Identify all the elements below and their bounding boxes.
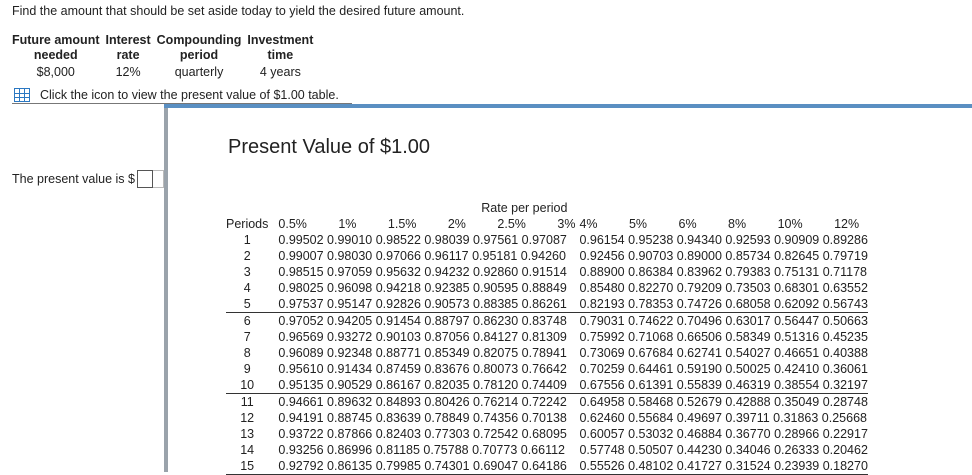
pv-table-link-text[interactable]: Click the icon to view the present value… xyxy=(40,88,339,102)
pv-table-link[interactable]: Click the icon to view the present value… xyxy=(14,88,339,102)
table-row: 8 0.96089 0.92348 0.88771 0.85349 0.82075… xyxy=(226,345,868,361)
upper-rate-values: 0.62460 0.55684 0.49697 0.39711 0.31863 … xyxy=(579,411,867,425)
lower-rate-values: 0.97537 0.95147 0.92826 0.90573 0.88385 … xyxy=(278,296,576,313)
lower-rate-values: 0.96569 0.93272 0.90103 0.87056 0.84127 … xyxy=(278,330,567,344)
upper-rate-values: 0.73069 0.67684 0.62741 0.54027 0.46651 … xyxy=(579,346,868,360)
lower-rate-values: 0.94191 0.88745 0.83639 0.78849 0.74356 … xyxy=(278,411,567,425)
period-cell: 1 xyxy=(243,233,251,247)
value-future-amount: $8,000 xyxy=(36,65,75,79)
pv-table-modal: Present Value of $1.00 Rate per period P… xyxy=(164,104,972,475)
value-compounding-period: quarterly xyxy=(174,65,224,79)
period-cell: 9 xyxy=(243,362,251,376)
rates-lower-header: 0.5% 1% 1.5% 2% 2.5% 3% xyxy=(278,217,576,231)
period-cell: 10 xyxy=(226,377,279,394)
question-text: Find the amount that should be set aside… xyxy=(12,4,465,18)
period-cell: 8 xyxy=(243,346,251,360)
header-interest-rate: Interest rate xyxy=(105,33,151,62)
upper-rate-values: 0.82193 0.78353 0.74726 0.68058 0.62092 … xyxy=(575,296,868,313)
upper-rate-values: 0.60057 0.53032 0.46884 0.36770 0.28966 … xyxy=(579,427,868,441)
header-investment-time: Investment time xyxy=(247,33,314,62)
header-compounding-period: Compounding period xyxy=(156,33,242,62)
period-cell: 12 xyxy=(240,411,255,425)
period-cell: 2 xyxy=(243,249,251,263)
table-row: 15 0.92792 0.86135 0.79985 0.74301 0.6904… xyxy=(226,458,868,475)
lower-rate-values: 0.97052 0.94205 0.91454 0.88797 0.86230 … xyxy=(278,314,567,328)
table-row: 4 0.98025 0.96098 0.94218 0.92385 0.90595… xyxy=(226,280,868,296)
given-values-table: Future amount needed Interest rate Compo… xyxy=(12,33,319,79)
lower-rate-values: 0.96089 0.92348 0.88771 0.85349 0.82075 … xyxy=(278,346,567,360)
table-row: 11 0.94661 0.89632 0.84893 0.80426 0.7621… xyxy=(226,394,868,411)
lower-rate-values: 0.99007 0.98030 0.97066 0.96117 0.95181 … xyxy=(278,249,566,263)
answer-label: The present value is $ xyxy=(12,172,135,186)
table-row: 5 0.97537 0.95147 0.92826 0.90573 0.88385… xyxy=(226,296,868,313)
rates-upper-header: 4% 5% 6% 8% 10% 12% xyxy=(579,217,860,231)
present-value-input[interactable] xyxy=(137,170,153,188)
period-cell: 5 xyxy=(226,296,279,313)
period-cell: 3 xyxy=(243,265,251,279)
lower-rate-values: 0.92792 0.86135 0.79985 0.74301 0.69047 … xyxy=(278,458,576,475)
upper-rate-values: 0.55526 0.48102 0.41727 0.31524 0.23939 … xyxy=(575,458,868,475)
value-interest-rate: 12% xyxy=(115,65,141,79)
header-future-amount: Future amount needed xyxy=(12,33,100,62)
table-row: 7 0.96569 0.93272 0.90103 0.87056 0.84127… xyxy=(226,329,868,345)
lower-rate-values: 0.95135 0.90529 0.86167 0.82035 0.78120 … xyxy=(278,377,576,394)
period-cell: 13 xyxy=(240,427,255,441)
lower-rate-values: 0.98025 0.96098 0.94218 0.92385 0.90595 … xyxy=(278,281,567,295)
rate-per-period-label: Rate per period xyxy=(481,201,568,215)
lower-rate-values: 0.95610 0.91434 0.87459 0.83676 0.80073 … xyxy=(278,362,567,376)
lower-rate-values: 0.94661 0.89632 0.84893 0.80426 0.76214 … xyxy=(278,395,567,409)
period-cell: 7 xyxy=(243,330,251,344)
lower-rate-values: 0.93256 0.86996 0.81185 0.75788 0.70773 … xyxy=(278,443,566,457)
lower-rate-values: 0.98515 0.97059 0.95632 0.94232 0.92860 … xyxy=(278,265,567,279)
modal-top-bar xyxy=(164,104,972,108)
table-row: 13 0.93722 0.87866 0.82403 0.77303 0.7254… xyxy=(226,426,868,442)
upper-rate-values: 0.85480 0.82270 0.79209 0.73503 0.68301 … xyxy=(579,281,868,295)
upper-rate-values: 0.57748 0.50507 0.44230 0.34046 0.26333 … xyxy=(579,443,868,457)
upper-rate-values: 0.88900 0.86384 0.83962 0.79383 0.75131 … xyxy=(579,265,867,279)
table-row: 9 0.95610 0.91434 0.87459 0.83676 0.80073… xyxy=(226,361,868,377)
periods-header: Periods xyxy=(226,217,269,231)
table-row: 2 0.99007 0.98030 0.97066 0.96117 0.95181… xyxy=(226,248,868,264)
period-cell: 11 xyxy=(240,395,254,409)
upper-rate-values: 0.70259 0.64461 0.59190 0.50025 0.42410 … xyxy=(579,362,868,376)
period-cell: 15 xyxy=(226,458,279,475)
upper-rate-values: 0.96154 0.95238 0.94340 0.92593 0.90909 … xyxy=(579,233,868,247)
table-row: 6 0.97052 0.94205 0.91454 0.88797 0.86230… xyxy=(226,313,868,330)
table-grid-icon[interactable] xyxy=(14,88,30,102)
period-cell: 6 xyxy=(243,314,251,328)
table-row: 12 0.94191 0.88745 0.83639 0.78849 0.7435… xyxy=(226,410,868,426)
upper-rate-values: 0.67556 0.61391 0.55839 0.46319 0.38554 … xyxy=(575,377,868,394)
modal-title: Present Value of $1.00 xyxy=(228,136,430,158)
lower-rate-values: 0.99502 0.99010 0.98522 0.98039 0.97561 … xyxy=(278,233,567,247)
upper-rate-values: 0.92456 0.90703 0.89000 0.85734 0.82645 … xyxy=(579,249,868,263)
value-investment-time: 4 years xyxy=(259,65,301,79)
table-row: 14 0.93256 0.86996 0.81185 0.75788 0.7077… xyxy=(226,442,868,458)
period-cell: 4 xyxy=(243,281,251,295)
table-row: 3 0.98515 0.97059 0.95632 0.94232 0.92860… xyxy=(226,264,868,280)
table-row: 1 0.99502 0.99010 0.98522 0.98039 0.97561… xyxy=(226,232,868,248)
table-row: 10 0.95135 0.90529 0.86167 0.82035 0.7812… xyxy=(226,377,868,394)
period-cell: 14 xyxy=(240,443,255,457)
lower-rate-values: 0.93722 0.87866 0.82403 0.77303 0.72542 … xyxy=(278,427,567,441)
present-value-table: Rate per period Periods 0.5% 1% 1.5% 2% … xyxy=(226,200,868,475)
answer-row: The present value is $ xyxy=(12,170,164,188)
upper-rate-values: 0.75992 0.71068 0.66506 0.58349 0.51316 … xyxy=(579,330,868,344)
upper-rate-values: 0.64958 0.58468 0.52679 0.42888 0.35049 … xyxy=(579,395,868,409)
upper-rate-values: 0.79031 0.74622 0.70496 0.63017 0.56447 … xyxy=(579,314,868,328)
input-trailer xyxy=(153,170,164,188)
